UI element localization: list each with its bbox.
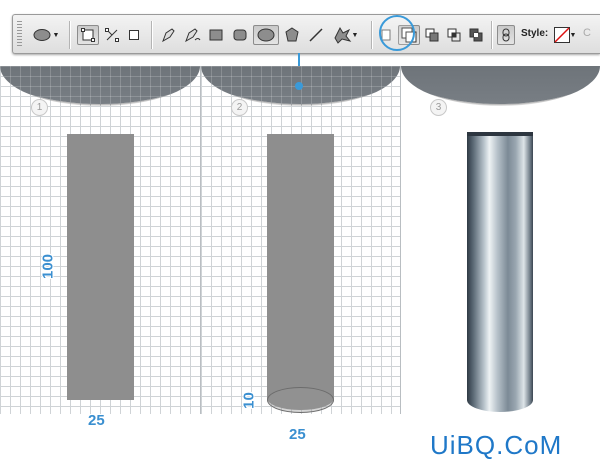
width-dimension-label: 25 (88, 412, 105, 429)
step-panel-1: 1 100 25 (0, 66, 200, 429)
rounded-rectangle-icon (233, 29, 247, 41)
base-ellipse-shape (267, 387, 334, 413)
line-tool-button[interactable] (305, 25, 327, 45)
chevron-down-icon: ▼ (569, 31, 577, 39)
rectangle-tool-button[interactable] (205, 25, 227, 45)
polygon-icon (285, 27, 299, 42)
callout-ring-highlight (379, 15, 415, 51)
fill-pixels-button[interactable] (123, 25, 145, 45)
step-number-badge: 3 (430, 99, 447, 116)
cylinder-top-edge (467, 132, 533, 136)
toolbar-divider (69, 21, 70, 49)
ellipse-tool-icon (257, 28, 275, 42)
ellipse-width-dimension-label: 25 (289, 426, 306, 443)
line-icon (309, 28, 323, 42)
toolbar-grip[interactable] (17, 21, 22, 47)
pen-icon (162, 28, 175, 43)
pen-tool-button[interactable] (157, 25, 179, 45)
paths-icon (105, 28, 119, 42)
freeform-pen-tool-button[interactable] (181, 25, 203, 45)
polygon-tool-button[interactable] (281, 25, 303, 45)
fill-pixels-icon (129, 30, 139, 40)
grey-rectangle-shape (67, 134, 134, 400)
tool-preset-picker[interactable]: ▼ (29, 25, 63, 45)
height-dimension-label: 100 (39, 253, 57, 280)
toolbar-divider (491, 21, 492, 49)
step-number-badge: 1 (31, 99, 48, 116)
watermark-text: UiBQ.CoM (430, 430, 563, 460)
subtract-from-shape-area-icon (425, 28, 439, 42)
step-number-badge: 2 (231, 99, 248, 116)
step-panel-2: 2 10 25 (201, 66, 400, 443)
toolbar-divider (371, 21, 372, 49)
metallic-cylinder-shape (467, 134, 533, 412)
rectangle-icon (209, 29, 223, 41)
panel-arc (401, 66, 600, 106)
style-label: Style: (521, 28, 549, 39)
paths-button[interactable] (101, 25, 123, 45)
callout-dot (295, 82, 303, 90)
chevron-down-icon: ▼ (351, 31, 359, 39)
rounded-rectangle-tool-button[interactable] (229, 25, 251, 45)
exclude-overlapping-areas-button[interactable] (466, 25, 486, 45)
options-toolbar: ▼ ▼ Style: ▼ C (12, 14, 600, 54)
grey-rectangle-with-ellipse-base (267, 134, 334, 410)
no-style-swatch-icon (553, 27, 570, 43)
custom-shape-tool-button[interactable]: ▼ (327, 25, 363, 45)
intersect-shape-areas-icon (447, 28, 461, 42)
ellipse-tool-button[interactable] (253, 25, 279, 45)
chevron-down-icon: ▼ (52, 31, 60, 39)
toolbar-divider (151, 21, 152, 49)
link-toggle-button[interactable] (497, 25, 515, 45)
shape-layers-icon (81, 28, 95, 42)
ellipse-icon (33, 29, 51, 41)
style-picker[interactable]: ▼ (553, 25, 577, 45)
subtract-from-shape-area-button[interactable] (422, 25, 442, 45)
shape-layers-button[interactable] (77, 25, 99, 45)
ellipse-height-dimension-label: 10 (240, 392, 258, 409)
freeform-pen-icon (185, 28, 201, 43)
intersect-shape-areas-button[interactable] (444, 25, 464, 45)
link-icon (502, 28, 510, 42)
color-label-truncated: C (583, 27, 591, 39)
exclude-overlapping-areas-icon (469, 28, 483, 42)
panel-arc (0, 66, 200, 106)
custom-shape-icon (333, 26, 351, 44)
step-panel-3: 3 (401, 66, 600, 414)
